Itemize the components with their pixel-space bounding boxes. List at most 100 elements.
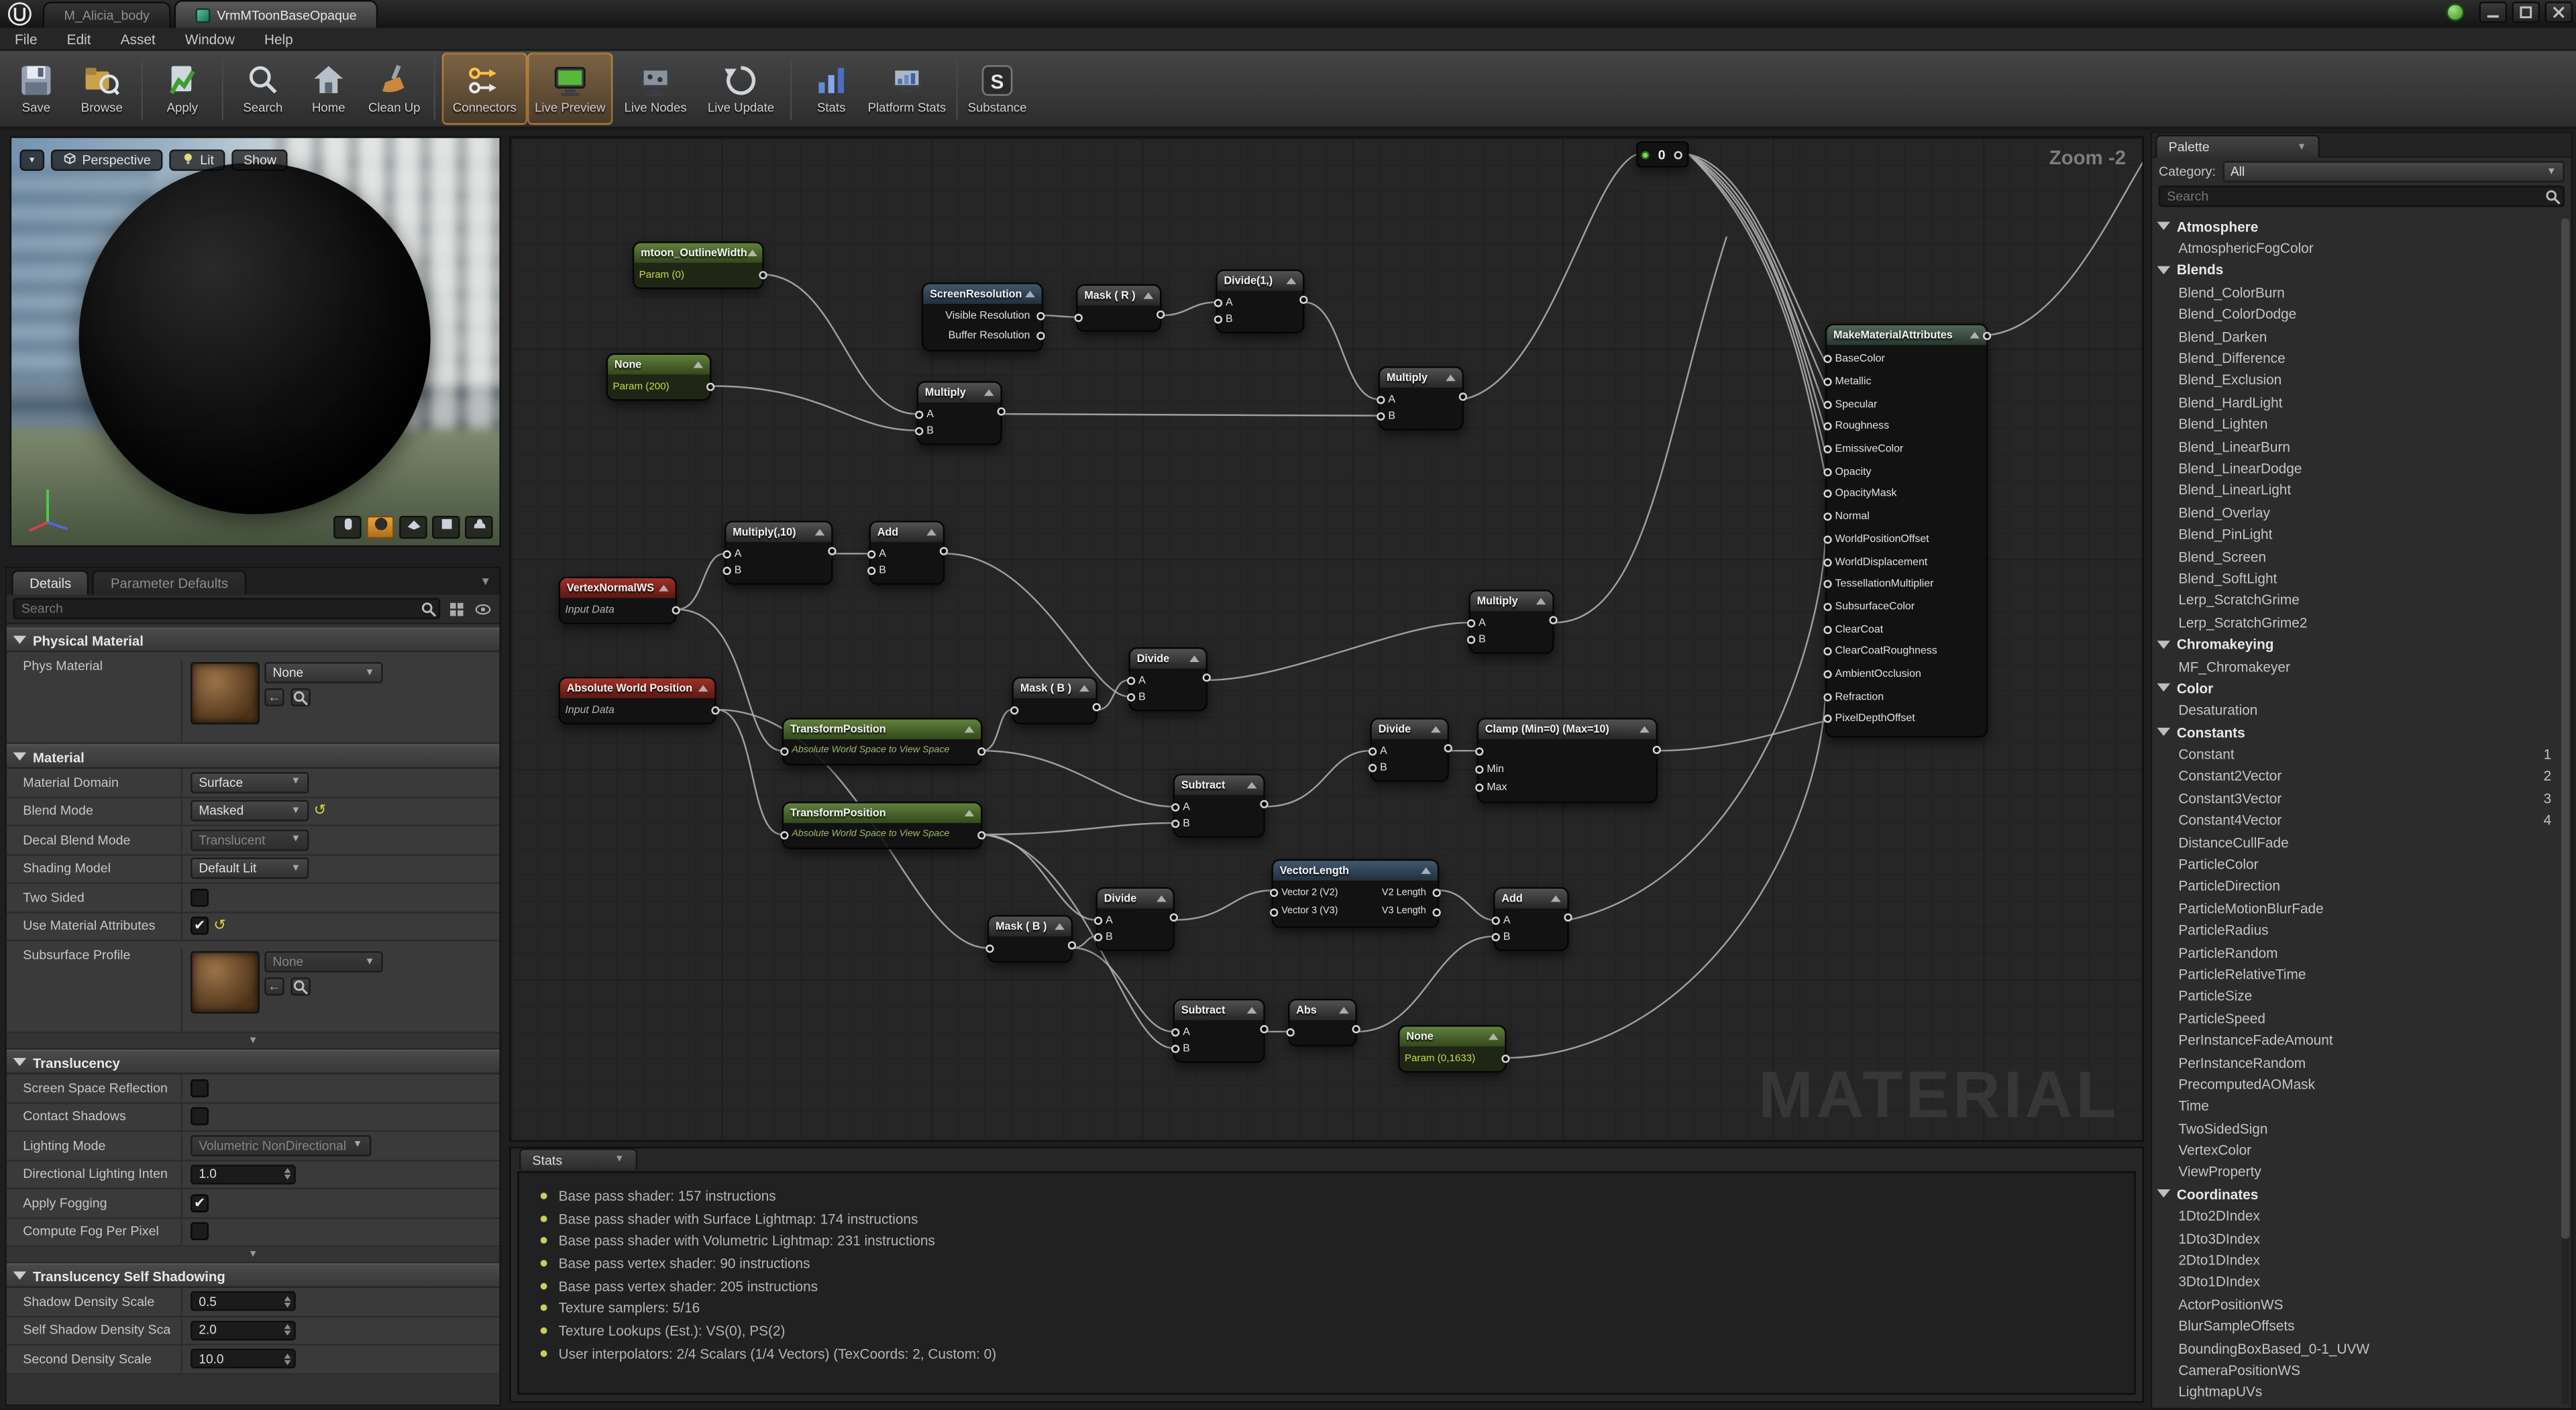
output-pin[interactable] xyxy=(1036,331,1044,339)
show-button[interactable]: Show xyxy=(232,150,288,171)
collapse-node-icon[interactable] xyxy=(1551,896,1561,902)
input-pin[interactable] xyxy=(915,427,923,435)
input-pin[interactable] xyxy=(1270,908,1278,916)
node-none-01633[interactable]: NoneParam (0,1633) xyxy=(1398,1025,1507,1073)
input-pin[interactable] xyxy=(1823,468,1831,476)
dropdown-blend-mode[interactable]: Masked▼ xyxy=(191,800,309,822)
palette-item-blend-screen[interactable]: Blend_Screen xyxy=(2157,545,2559,567)
input-pin[interactable] xyxy=(1823,693,1831,701)
output-pin[interactable] xyxy=(940,547,948,555)
node-vector-length[interactable]: VectorLengthVector 2 (V2)V2 LengthVector… xyxy=(1272,859,1440,928)
palette-item-particlerandom[interactable]: ParticleRandom xyxy=(2157,941,2559,963)
collapse-node-icon[interactable] xyxy=(1489,1033,1499,1040)
asset-thumbnail[interactable] xyxy=(191,951,260,1014)
node-add-1[interactable]: AddAB xyxy=(869,521,945,585)
preview-shape-sphere-button[interactable] xyxy=(366,516,394,539)
material-graph[interactable]: MATERIAL 0mtoon_OutlineWidthParam (0)Non… xyxy=(509,136,2144,1142)
palette-item-particlerelativetime[interactable]: ParticleRelativeTime xyxy=(2157,963,2559,985)
palette-item-lightmapuvs[interactable]: LightmapUVs xyxy=(2157,1381,2559,1403)
dropdown-lighting-mode[interactable]: Volumetric NonDirectional▼ xyxy=(191,1135,371,1156)
input-pin[interactable] xyxy=(1377,395,1385,403)
number-field-directional-lighting-inten[interactable]: 1.0 xyxy=(191,1164,296,1184)
collapse-node-icon[interactable] xyxy=(693,362,703,368)
palette-item-perinstancefadeamount[interactable]: PerInstanceFadeAmount xyxy=(2157,1029,2559,1051)
output-pin[interactable] xyxy=(1093,703,1101,711)
palette-item-particlemotionblurfade[interactable]: ParticleMotionBlurFade xyxy=(2157,897,2559,919)
palette-search-input[interactable] xyxy=(2160,189,2541,204)
input-pin[interactable] xyxy=(1127,692,1135,700)
input-pin[interactable] xyxy=(1823,535,1831,543)
palette-group-coordinates[interactable]: Coordinates xyxy=(2157,1183,2559,1205)
spinner-icon[interactable] xyxy=(284,1353,291,1364)
output-pin[interactable] xyxy=(711,706,719,714)
collapse-node-icon[interactable] xyxy=(747,250,757,256)
status-icon[interactable] xyxy=(2447,3,2465,21)
node-screen-resolution[interactable]: ScreenResolutionVisible ResolutionBuffer… xyxy=(922,282,1043,351)
collapse-node-icon[interactable] xyxy=(1431,726,1441,733)
palette-item-blend-pinlight[interactable]: Blend_PinLight xyxy=(2157,523,2559,545)
palette-item-blend-hardlight[interactable]: Blend_HardLight xyxy=(2157,391,2559,413)
collapse-node-icon[interactable] xyxy=(815,529,825,536)
input-pin[interactable] xyxy=(1823,400,1831,409)
palette-group-constants[interactable]: Constants xyxy=(2157,721,2559,743)
collapse-node-icon[interactable] xyxy=(1157,896,1167,902)
output-pin[interactable] xyxy=(1068,941,1076,949)
collapse-node-icon[interactable] xyxy=(1339,1007,1349,1014)
output-pin[interactable] xyxy=(1501,1054,1509,1063)
collapse-node-icon[interactable] xyxy=(1536,598,1546,604)
input-pin[interactable] xyxy=(1823,356,1831,364)
palette-item-particlespeed[interactable]: ParticleSpeed xyxy=(2157,1007,2559,1029)
perspective-button[interactable]: Perspective xyxy=(51,150,162,171)
palette-item-twosidedsign[interactable]: TwoSidedSign xyxy=(2157,1117,2559,1139)
output-pin[interactable] xyxy=(998,407,1006,415)
palette-item-precomputedaomask[interactable]: PrecomputedAOMask xyxy=(2157,1073,2559,1095)
palette-item-blursampleoffsets[interactable]: BlurSampleOffsets xyxy=(2157,1315,2559,1337)
collapse-node-icon[interactable] xyxy=(1247,782,1257,789)
collapse-node-icon[interactable] xyxy=(1446,374,1456,381)
section-header-physical-material[interactable]: Physical Material xyxy=(7,628,500,653)
search-icon[interactable] xyxy=(2542,186,2563,207)
minimize-button[interactable] xyxy=(2479,1,2508,23)
output-pin[interactable] xyxy=(1157,311,1165,319)
stats-tab[interactable]: Stats ▼ xyxy=(519,1148,637,1170)
output-pin[interactable] xyxy=(1444,744,1452,752)
output-pin[interactable] xyxy=(1260,1025,1268,1033)
advanced-expander[interactable]: ▼ xyxy=(7,1033,500,1049)
input-pin[interactable] xyxy=(1475,765,1483,773)
palette-item-mf-chromakeyer[interactable]: MF_Chromakeyer xyxy=(2157,655,2559,677)
close-button[interactable] xyxy=(2544,1,2573,23)
number-field-second-density-scale[interactable]: 10.0 xyxy=(191,1349,296,1368)
palette-group-chromakeying[interactable]: Chromakeying xyxy=(2157,633,2559,655)
browse-to-asset-icon[interactable] xyxy=(290,688,310,706)
node-multiply-a[interactable]: MultiplyAB xyxy=(917,381,1002,445)
input-pin[interactable] xyxy=(723,566,731,574)
palette-item-particlecolor[interactable]: ParticleColor xyxy=(2157,853,2559,875)
preview-viewport[interactable]: ▾ Perspective Lit Show xyxy=(10,136,501,547)
collapse-node-icon[interactable] xyxy=(1079,685,1089,692)
palette-item-desaturation[interactable]: Desaturation xyxy=(2157,699,2559,721)
maximize-button[interactable] xyxy=(2512,1,2540,23)
output-pin[interactable] xyxy=(1653,746,1661,754)
preview-shape-cylinder-button[interactable] xyxy=(333,516,362,539)
search-icon[interactable] xyxy=(417,598,439,619)
chevron-down-icon[interactable]: ▼ xyxy=(480,577,491,588)
input-pin[interactable] xyxy=(1287,1028,1295,1036)
input-pin[interactable] xyxy=(1823,445,1831,453)
input-pin[interactable] xyxy=(1823,558,1831,566)
collapse-node-icon[interactable] xyxy=(1287,278,1297,284)
number-field-shadow-density-scale[interactable]: 0.5 xyxy=(191,1292,296,1311)
input-pin[interactable] xyxy=(723,549,731,557)
category-dropdown[interactable]: All ▼ xyxy=(2222,161,2565,182)
number-field-self-shadow-density-sca[interactable]: 2.0 xyxy=(191,1320,296,1340)
output-pin[interactable] xyxy=(1549,616,1557,624)
palette-item-camerapositionws[interactable]: CameraPositionWS xyxy=(2157,1359,2559,1381)
palette-item-vertexcolor[interactable]: VertexColor xyxy=(2157,1139,2559,1161)
collapse-node-icon[interactable] xyxy=(659,585,669,592)
palette-item-blend-linearburn[interactable]: Blend_LinearBurn xyxy=(2157,435,2559,457)
preview-shape-plane-button[interactable] xyxy=(399,516,427,539)
node-mtoon-outlinewidth[interactable]: mtoon_OutlineWidthParam (0) xyxy=(633,241,764,289)
node-vertex-normal-ws[interactable]: VertexNormalWSInput Data xyxy=(559,577,677,625)
window-tab-vrmmtoonbaseopaque[interactable]: VrmMToonBaseOpaque xyxy=(174,0,378,28)
palette-item-boundingboxbased-0-1-uvw[interactable]: BoundingBoxBased_0-1_UVW xyxy=(2157,1337,2559,1359)
input-pin[interactable] xyxy=(1475,747,1483,755)
